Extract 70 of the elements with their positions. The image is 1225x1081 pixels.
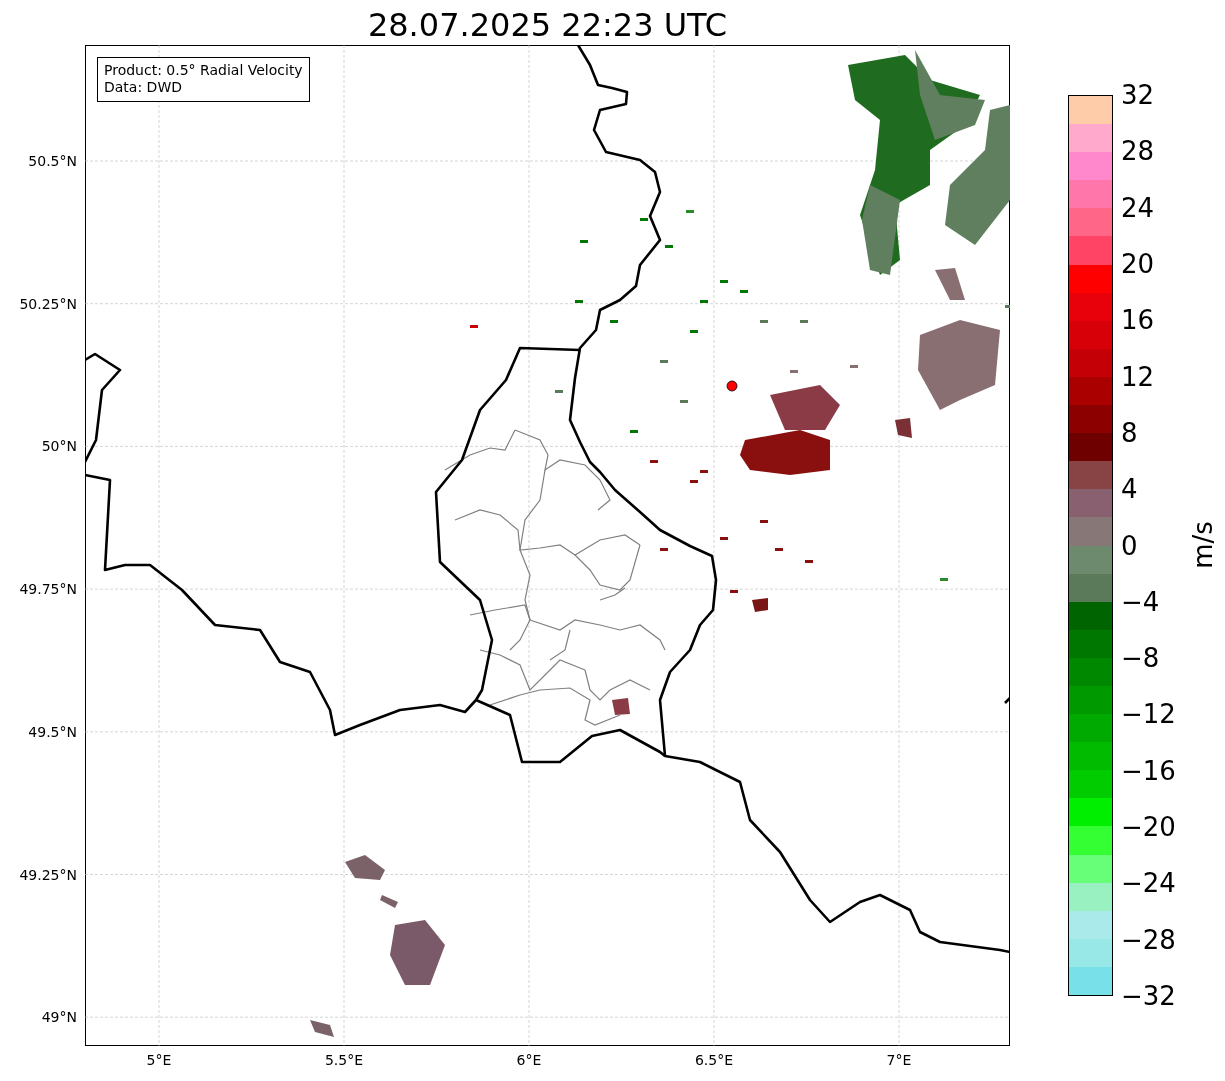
tick-label: −20 — [1121, 811, 1176, 844]
tick-label: 32 — [1121, 79, 1155, 111]
radar-echo — [850, 365, 858, 368]
tick-label: −12 — [1121, 698, 1176, 731]
radar-echo — [720, 537, 728, 540]
radar-echo — [800, 320, 808, 323]
tick-label: −24 — [1121, 867, 1176, 900]
legend-text: Product: 0.5° Radial Velocity — [104, 62, 303, 79]
tick-label: −28 — [1121, 923, 1176, 956]
tick-label: 5°E — [146, 1052, 172, 1068]
radar-echo — [686, 210, 694, 213]
radar-echo — [555, 390, 563, 393]
tick-label: 8 — [1121, 416, 1138, 449]
radar-echo — [575, 300, 583, 303]
legend-text: Data: DWD — [104, 79, 183, 96]
radar-echo — [752, 598, 768, 612]
map-title: 28.07.2025 22:23 UTC — [367, 5, 728, 45]
tick-label: 50.5°N — [28, 152, 77, 170]
radar-echo — [690, 330, 698, 333]
radar-echo — [660, 548, 668, 551]
radar-echo — [740, 290, 748, 293]
radar-echo — [612, 698, 630, 715]
radar-echo — [650, 460, 658, 463]
radar-echo — [380, 895, 398, 908]
radar-echo — [345, 855, 385, 880]
radar-echo — [805, 560, 813, 563]
radar-echo — [760, 520, 768, 523]
radar-echo — [660, 360, 668, 363]
tick-label: 7°E — [886, 1052, 912, 1068]
colorbar-label: m/s — [1187, 521, 1218, 569]
radar-echo — [720, 280, 728, 283]
radar-echo — [470, 325, 478, 328]
tick-label: 24 — [1121, 191, 1155, 224]
radar-echo — [940, 578, 948, 581]
tick-label: 6.5°E — [694, 1052, 734, 1068]
tick-label: 50.25°N — [19, 294, 77, 313]
radar-echo — [390, 920, 445, 985]
radar-echo — [630, 430, 638, 433]
radar-echo — [580, 240, 588, 243]
radar-echo — [770, 385, 840, 430]
radar-echo — [610, 320, 618, 323]
tick-label: 28 — [1121, 135, 1155, 168]
radar-site-marker — [726, 380, 738, 392]
radar-echo — [700, 300, 708, 303]
tick-label: −16 — [1121, 754, 1176, 787]
radar-echo — [790, 370, 798, 373]
tick-label: −8 — [1121, 642, 1160, 675]
radar-echo — [1005, 305, 1010, 308]
tick-label: 6°E — [516, 1052, 542, 1068]
tick-label: −32 — [1121, 980, 1176, 1012]
tick-label: 49°N — [41, 1008, 77, 1027]
radar-echo — [775, 548, 783, 551]
radar-echo — [680, 400, 688, 403]
tick-label: 16 — [1121, 304, 1155, 337]
radar-echo — [730, 590, 738, 593]
tick-label: 5.5°E — [324, 1052, 364, 1068]
radar-echo — [895, 418, 912, 438]
tick-label: 49.5°N — [28, 722, 77, 741]
tick-label: 4 — [1121, 473, 1138, 506]
radar-echo — [760, 320, 768, 323]
tick-label: 49.25°N — [19, 865, 77, 884]
radar-echo — [310, 1020, 334, 1037]
tick-label: 49.75°N — [19, 580, 77, 599]
tick-label: 12 — [1121, 360, 1155, 393]
tick-label: 50°N — [41, 437, 77, 456]
tick-label: 20 — [1121, 247, 1155, 280]
tick-label: −4 — [1121, 585, 1160, 618]
tick-label: 0 — [1121, 529, 1138, 562]
radar-echo — [640, 218, 648, 221]
radar-echo — [665, 245, 673, 248]
